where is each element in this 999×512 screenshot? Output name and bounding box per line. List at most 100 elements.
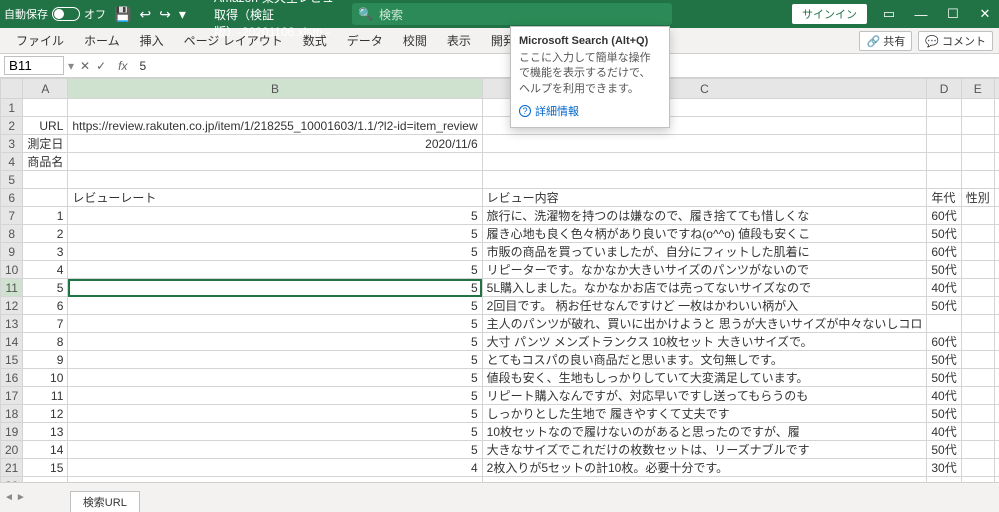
- cell[interactable]: [994, 459, 999, 477]
- row-header[interactable]: 11: [1, 279, 23, 297]
- cell[interactable]: 3: [23, 243, 68, 261]
- cell[interactable]: リピート購入なんですが、対応早いですし送ってもらうのも: [482, 387, 927, 405]
- cell[interactable]: [994, 135, 999, 153]
- redo-icon[interactable]: ↪: [159, 6, 171, 23]
- row-header[interactable]: 21: [1, 459, 23, 477]
- cell[interactable]: [961, 405, 994, 423]
- cell[interactable]: [994, 207, 999, 225]
- ribbon-display-icon[interactable]: ▭: [879, 6, 899, 22]
- cell[interactable]: [68, 99, 482, 117]
- name-box[interactable]: [4, 56, 64, 75]
- column-header-A[interactable]: A: [23, 79, 68, 99]
- tab-data[interactable]: データ: [337, 28, 393, 54]
- sheet-tab[interactable]: 検索URL: [70, 491, 140, 512]
- tab-pagelayout[interactable]: ページ レイアウト: [174, 28, 293, 54]
- cell[interactable]: [927, 315, 961, 333]
- cell[interactable]: 5: [68, 333, 482, 351]
- cell[interactable]: 5: [68, 279, 482, 297]
- cell[interactable]: 60代: [927, 243, 961, 261]
- cell[interactable]: 4: [23, 261, 68, 279]
- row-header[interactable]: 10: [1, 261, 23, 279]
- row-header[interactable]: 8: [1, 225, 23, 243]
- row-header[interactable]: 16: [1, 369, 23, 387]
- cell[interactable]: 13: [23, 423, 68, 441]
- cell[interactable]: [994, 387, 999, 405]
- cell[interactable]: 5: [68, 243, 482, 261]
- cell[interactable]: [482, 153, 927, 171]
- comments-button[interactable]: 💬 コメント: [918, 31, 993, 51]
- cell[interactable]: 5L購入しました。なかなかお店では売ってないサイズなので: [482, 279, 927, 297]
- cell[interactable]: [961, 261, 994, 279]
- cell[interactable]: [23, 99, 68, 117]
- cell[interactable]: [994, 405, 999, 423]
- cell[interactable]: 5: [68, 261, 482, 279]
- column-header-F[interactable]: F: [994, 79, 999, 99]
- share-button[interactable]: 🔗 共有: [859, 31, 912, 51]
- cell[interactable]: 市販の商品を買っていましたが、自分にフィットした肌着に: [482, 243, 927, 261]
- cell[interactable]: 10枚セットなので履けないのがあると思ったのですが、履: [482, 423, 927, 441]
- cell[interactable]: 40代: [927, 423, 961, 441]
- cell[interactable]: 履き心地も良く色々柄があり良いですね(o^^o) 値段も安くこ: [482, 225, 927, 243]
- cell[interactable]: 大きなサイズでこれだけの枚数セットは、リーズナブルです: [482, 441, 927, 459]
- signin-button[interactable]: サインイン: [792, 4, 867, 24]
- cell[interactable]: [68, 153, 482, 171]
- cell[interactable]: 5: [23, 279, 68, 297]
- cell[interactable]: [994, 351, 999, 369]
- cell[interactable]: [961, 171, 994, 189]
- row-header[interactable]: 2: [1, 117, 23, 135]
- cell[interactable]: 旅行に、洗濯物を持つのは嫌なので、履き捨てても惜しくな: [482, 207, 927, 225]
- tab-insert[interactable]: 挿入: [130, 28, 174, 54]
- row-header[interactable]: 7: [1, 207, 23, 225]
- cell[interactable]: [961, 135, 994, 153]
- undo-icon[interactable]: ↩: [139, 6, 151, 23]
- row-header[interactable]: 5: [1, 171, 23, 189]
- cell[interactable]: 5: [68, 351, 482, 369]
- cell[interactable]: [994, 369, 999, 387]
- close-icon[interactable]: ✕: [975, 6, 995, 22]
- cell[interactable]: しっかりとした生地で 履きやすくて丈夫です: [482, 405, 927, 423]
- cell[interactable]: [961, 315, 994, 333]
- cell[interactable]: 2回目です。 柄お任せなんですけど 一枚はかわいい柄が入: [482, 297, 927, 315]
- cell[interactable]: 14: [23, 441, 68, 459]
- cell[interactable]: 15: [23, 459, 68, 477]
- cell[interactable]: とてもコスパの良い商品だと思います。文句無しです。: [482, 351, 927, 369]
- cell[interactable]: 6: [23, 297, 68, 315]
- tab-formulas[interactable]: 数式: [293, 28, 337, 54]
- cell[interactable]: 7: [23, 315, 68, 333]
- cell[interactable]: [994, 441, 999, 459]
- row-header[interactable]: 6: [1, 189, 23, 207]
- cell[interactable]: 商品名: [23, 153, 68, 171]
- cell[interactable]: 50代: [927, 225, 961, 243]
- cell[interactable]: 10: [23, 369, 68, 387]
- cell[interactable]: 5: [68, 315, 482, 333]
- cell[interactable]: 50代: [927, 261, 961, 279]
- cell[interactable]: 12: [23, 405, 68, 423]
- cell[interactable]: [961, 333, 994, 351]
- cell[interactable]: 5: [68, 369, 482, 387]
- cell[interactable]: レビュー日: [994, 189, 999, 207]
- cell[interactable]: [23, 171, 68, 189]
- sheet-next-icon[interactable]: ►: [16, 492, 26, 503]
- cell[interactable]: [961, 153, 994, 171]
- cell[interactable]: [994, 279, 999, 297]
- cell[interactable]: [994, 243, 999, 261]
- cell[interactable]: [994, 261, 999, 279]
- column-header-B[interactable]: B: [68, 79, 482, 99]
- cell[interactable]: 50代: [927, 297, 961, 315]
- cell[interactable]: 50代: [927, 351, 961, 369]
- cell[interactable]: 5: [68, 387, 482, 405]
- sheet-nav[interactable]: ◄ ►: [0, 483, 30, 512]
- row-header[interactable]: 19: [1, 423, 23, 441]
- cell[interactable]: [994, 297, 999, 315]
- cell[interactable]: [927, 153, 961, 171]
- row-header[interactable]: 20: [1, 441, 23, 459]
- cell[interactable]: [961, 369, 994, 387]
- cell[interactable]: 5: [68, 297, 482, 315]
- cell[interactable]: 2: [23, 225, 68, 243]
- cell[interactable]: [994, 315, 999, 333]
- cell[interactable]: [994, 423, 999, 441]
- cell[interactable]: [994, 99, 999, 117]
- cell[interactable]: [994, 153, 999, 171]
- row-header[interactable]: 13: [1, 315, 23, 333]
- cell[interactable]: 値段も安く、生地もしっかりしていて大変満足しています。: [482, 369, 927, 387]
